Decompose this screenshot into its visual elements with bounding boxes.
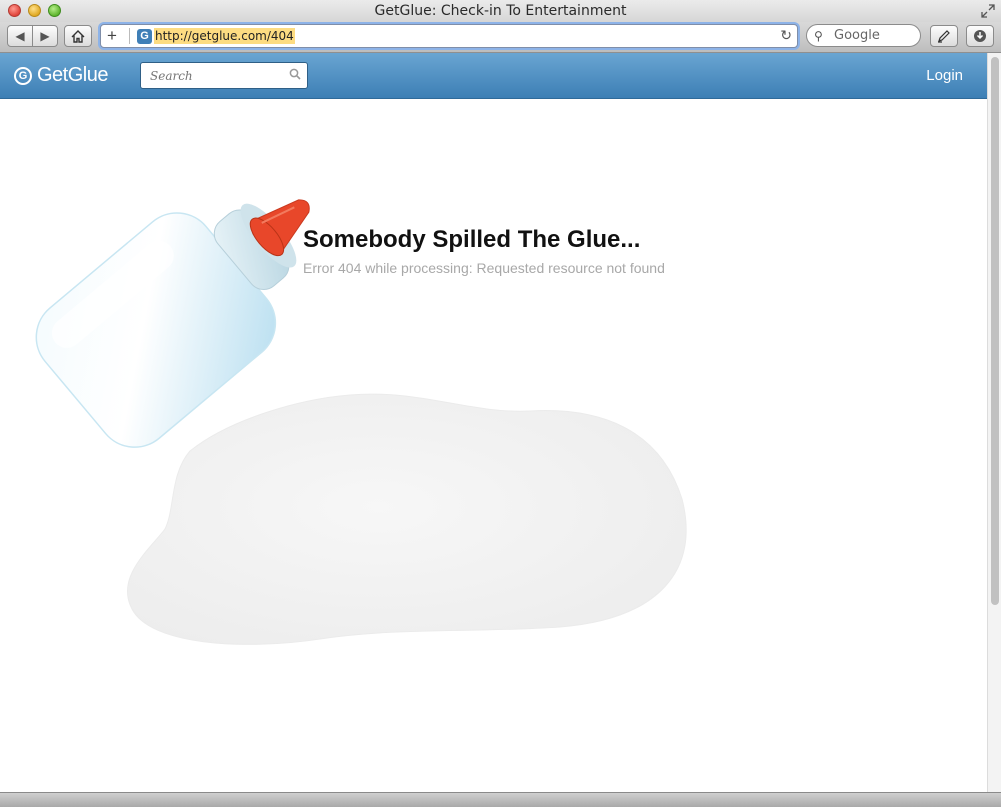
pen-icon [938,30,950,43]
plus-icon[interactable]: + [107,26,117,46]
spilled-glue-illustration [35,199,687,645]
site-header: G GetGlue Login [0,53,987,99]
search-icon[interactable] [289,68,301,80]
error-heading: Somebody Spilled The Glue... [303,226,641,253]
browser-search-placeholder: Google [834,28,880,43]
home-button[interactable] [64,25,92,47]
back-button[interactable]: ◀ [7,25,33,47]
login-link[interactable]: Login [926,67,963,84]
back-icon: ◀ [15,29,25,43]
close-window-button[interactable] [8,4,21,17]
browser-search-field[interactable]: ⚲ Google [806,24,921,47]
address-divider [129,28,130,44]
vertical-scrollbar[interactable] [987,53,1001,792]
getglue-logo[interactable]: G GetGlue [14,64,108,87]
forward-button[interactable]: ▶ [32,25,58,47]
download-icon [974,30,986,42]
url-text[interactable]: http://getglue.com/404 [154,28,295,44]
home-icon [71,29,85,43]
zoom-window-button[interactable] [48,4,61,17]
error-message: Error 404 while processing: Requested re… [303,260,665,276]
browser-statusbar [0,792,1001,807]
window-title: GetGlue: Check-in To Entertainment [374,3,627,19]
site-favicon: G [137,29,152,44]
glue-puddle [126,393,687,645]
forward-icon: ▶ [40,29,50,43]
logo-mark-icon: G [14,66,32,85]
minimize-window-button[interactable] [28,4,41,17]
reload-icon[interactable]: ↻ [780,27,792,44]
downloads-button[interactable] [966,25,994,47]
error-page-content: Somebody Spilled The Glue... Error 404 w… [0,99,987,792]
scroll-thumb[interactable] [991,57,999,605]
window-titlebar: GetGlue: Check-in To Entertainment [0,0,1001,22]
search-icon: ⚲ [814,29,823,43]
logo-text: GetGlue [37,64,108,86]
address-bar[interactable]: + G http://getglue.com/404 ↻ [100,24,798,48]
site-search-box[interactable] [140,62,308,89]
site-search-input[interactable] [150,67,285,85]
browser-toolbar: ◀ ▶ + G http://getglue.com/404 ↻ ⚲ Googl… [0,22,1001,53]
annotate-button[interactable] [930,25,958,47]
fullscreen-icon[interactable] [981,4,995,18]
